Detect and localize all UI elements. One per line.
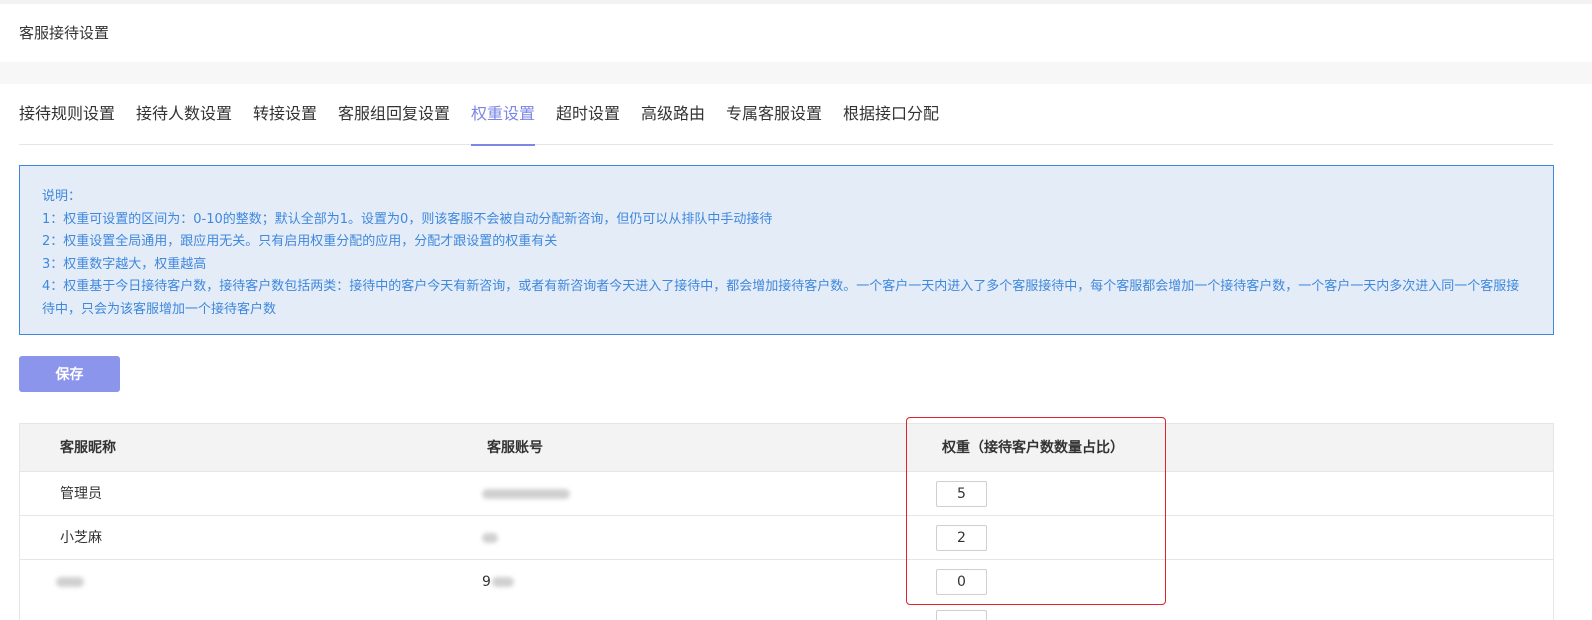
agent-account: 9: [482, 574, 491, 590]
tab-transfer[interactable]: 转接设置: [253, 104, 317, 145]
weight-input[interactable]: [936, 481, 987, 507]
weight-input-partial[interactable]: [936, 610, 987, 620]
tab-api-assignment[interactable]: 根据接口分配: [843, 104, 939, 145]
tab-timeout[interactable]: 超时设置: [556, 104, 620, 145]
save-button[interactable]: 保存: [19, 356, 120, 392]
tab-group-reply[interactable]: 客服组回复设置: [338, 104, 450, 145]
tab-reception-rules[interactable]: 接待规则设置: [19, 104, 115, 145]
masked-nickname: [56, 577, 84, 587]
masked-account: [492, 577, 514, 587]
settings-tabs: 接待规则设置 接待人数设置 转接设置 客服组回复设置 权重设置 超时设置 高级路…: [19, 84, 1553, 146]
page-header: 客服接待设置: [0, 4, 1592, 62]
masked-account: [482, 489, 570, 499]
table-header: 客服昵称 客服账号 权重（接待客户数数量占比）: [20, 424, 1553, 472]
masked-account: [482, 533, 498, 543]
notice-title: 说明：: [42, 189, 82, 204]
agent-nickname: 管理员: [60, 486, 102, 502]
tab-dedicated-agent[interactable]: 专属客服设置: [726, 104, 822, 145]
notice-line-2: 2：权重设置全局通用，跟应用无关。只有启用权重分配的应用，分配才跟设置的权重有关: [42, 234, 558, 249]
section-gap: [0, 62, 1592, 84]
notice-line-4: 4：权重基于今日接待客户数，接待客户数包括两类：接待中的客户今天有新咨询，或者有…: [42, 279, 1520, 317]
tab-advanced-routing[interactable]: 高级路由: [641, 104, 705, 145]
table-row: 管理员: [20, 472, 1553, 516]
page-title: 客服接待设置: [19, 24, 110, 42]
table-row: 9: [20, 560, 1553, 604]
notice-line-1: 1：权重可设置的区间为：0-10的整数；默认全部为1。设置为0，则该客服不会被自…: [42, 211, 773, 227]
column-header-weight: 权重（接待客户数数量占比）: [942, 440, 1124, 456]
table-row: 小芝麻: [20, 516, 1553, 560]
weight-input[interactable]: [936, 569, 987, 595]
table-row-partial: [20, 602, 1553, 620]
instructions-notice: 说明： 1：权重可设置的区间为：0-10的整数；默认全部为1。设置为0，则该客服…: [19, 165, 1554, 335]
tab-reception-count[interactable]: 接待人数设置: [136, 104, 232, 145]
notice-line-3: 3：权重数字越大，权重越高: [42, 256, 207, 272]
agent-nickname: 小芝麻: [60, 530, 102, 546]
column-header-nickname: 客服昵称: [60, 440, 116, 456]
weight-table: 客服昵称 客服账号 权重（接待客户数数量占比） 管理员 小芝麻 9: [19, 423, 1554, 620]
column-header-account: 客服账号: [487, 440, 543, 456]
page: 客服接待设置 接待规则设置 接待人数设置 转接设置 客服组回复设置 权重设置 超…: [0, 0, 1592, 620]
weight-input[interactable]: [936, 525, 987, 551]
tab-weight[interactable]: 权重设置: [471, 104, 536, 146]
